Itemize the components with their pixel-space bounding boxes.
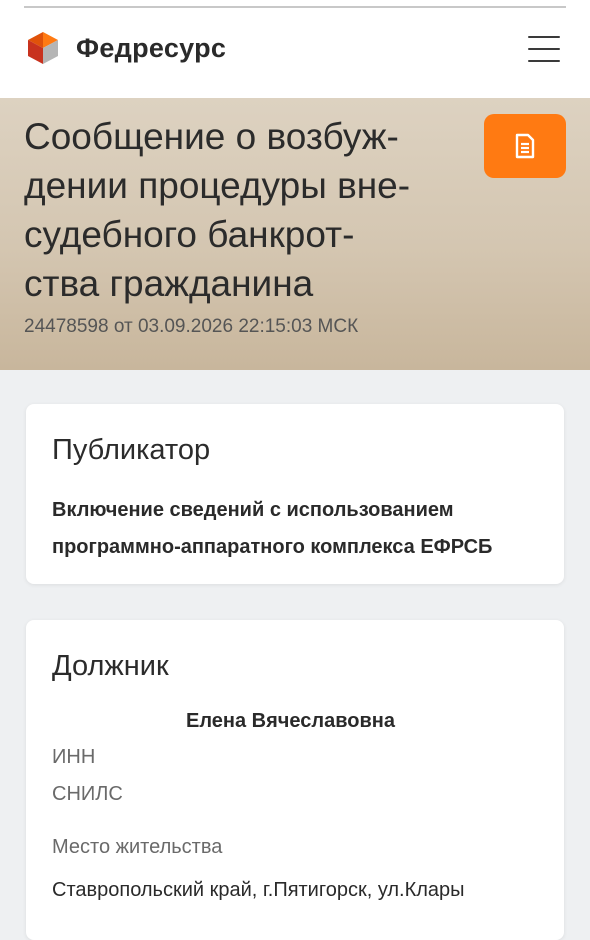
menu-bar [528,36,560,38]
brand-logo[interactable]: Федресурс [24,30,226,66]
debtor-heading: Должник [52,650,169,682]
brand-name: Федресурс [76,32,227,63]
snils-label: СНИЛС [52,783,123,805]
message-hero: Сообщение о возбуж- дении процедуры вне-… [0,98,590,370]
menu-bar [528,60,560,62]
residence-label: Место жительства [52,836,223,858]
title-line: ства гражданина [24,263,314,304]
title-line: Сообщение о возбуж- [24,116,399,157]
header-divider [24,6,566,8]
inn-label: ИНН [52,746,96,768]
hamburger-menu-icon[interactable] [528,36,560,62]
publisher-card: Публикатор Включение сведений с использо… [26,404,564,584]
debtor-card: Должник Елена Вячеславовна ИНН СНИЛС Мес… [26,620,564,940]
page-title: Сообщение о возбуж- дении процедуры вне-… [24,112,474,308]
fedresurs-logo-icon [28,32,58,64]
publisher-heading: Публикатор [52,434,211,466]
residence-value: Ставропольский край, г.Пятигорск, ул.Кла… [52,879,465,901]
menu-bar [528,48,560,50]
document-button[interactable] [484,114,566,178]
title-line: дении процедуры вне- [24,165,411,206]
publisher-value: Включение сведений с использованием прог… [52,499,493,558]
title-line: судебного банкрот- [24,214,355,255]
app-header: Федресурс [0,0,590,98]
debtor-name: Елена Вячеславовна [186,710,395,732]
document-icon [515,133,535,159]
message-number-date: 24478598 от 03.09.2026 22:15:03 МСК [24,316,359,337]
